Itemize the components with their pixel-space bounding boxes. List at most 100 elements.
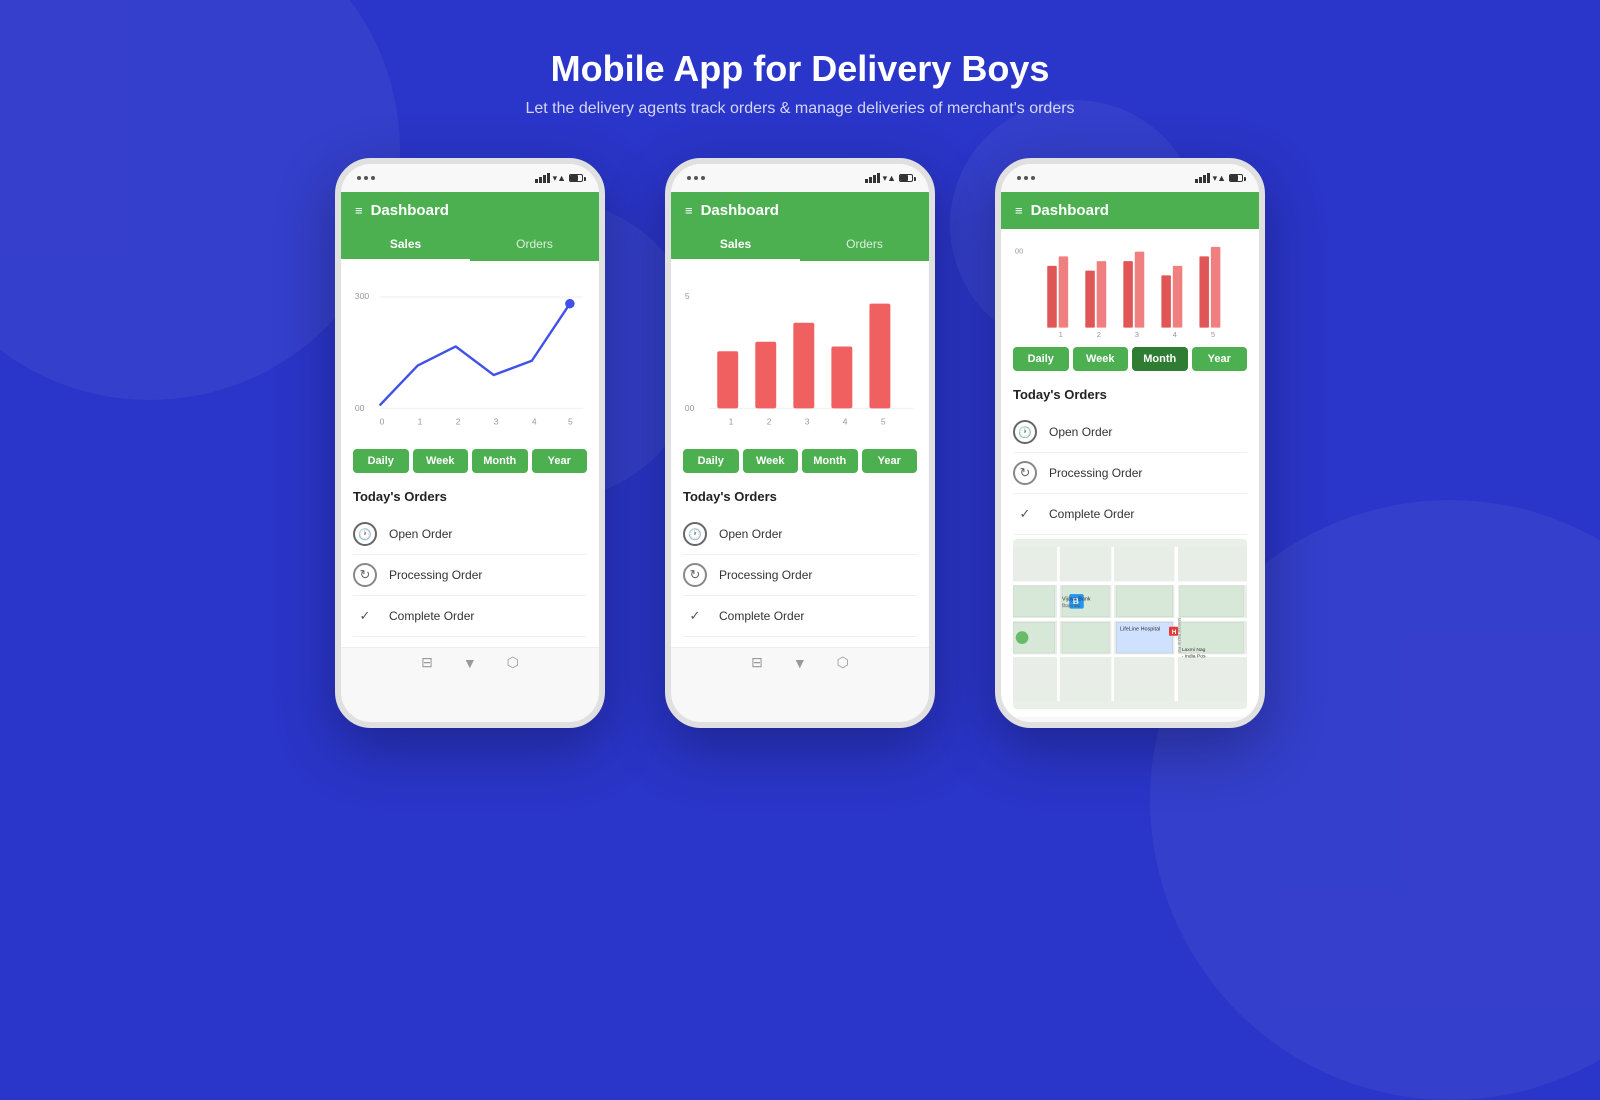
bar3 [543,175,546,183]
check-icon-3: ✓ [1013,502,1037,526]
svg-text:3: 3 [1135,330,1139,339]
phone-3-orders: Today's Orders 🕐 Open Order ↻ Processing… [1013,383,1247,535]
bar2 [539,177,542,183]
phone-3: ▾▲ ≡ Dashboard 00 1 2 3 4 [995,158,1265,728]
refresh-icon-2: ↻ [683,563,707,587]
btn-daily-1[interactable]: Daily [353,449,409,473]
nav-icon-1a: ⊟ [421,654,433,671]
battery-icon-2 [899,174,913,182]
nav-icon-1b: ▼ [463,655,477,671]
wifi-icon-3: ▾▲ [1213,173,1226,184]
complete-order-label-3: Complete Order [1049,507,1134,521]
bar10 [1199,177,1202,183]
open-order-label-3: Open Order [1049,425,1112,439]
phone-3-signal: ▾▲ [1195,173,1243,184]
hamburger-icon-3: ≡ [1015,203,1023,218]
phone-2-orders: Today's Orders 🕐 Open Order ↻ Processing… [683,485,917,637]
btn-year-2[interactable]: Year [862,449,918,473]
btn-month-3[interactable]: Month [1132,347,1188,371]
btn-week-2[interactable]: Week [743,449,799,473]
svg-text:1: 1 [418,416,423,426]
btn-daily-2[interactable]: Daily [683,449,739,473]
btn-week-1[interactable]: Week [413,449,469,473]
svg-text:5: 5 [1211,330,1215,339]
phone-2-chart: 5 00 1 2 3 4 5 [683,271,917,441]
dot-9 [1031,176,1035,180]
bar-chart-svg: 5 00 1 2 3 4 5 [683,271,917,441]
check-icon-1: ✓ [353,604,377,628]
clock-icon-3: 🕐 [1013,420,1037,444]
map-svg: B Vijaya Bank विजया बैंक LifeLine Hospit… [1013,539,1247,709]
dot-7 [1017,176,1021,180]
bar1 [535,179,538,183]
btn-month-2[interactable]: Month [802,449,858,473]
battery-icon-3 [1229,174,1243,182]
clock-icon-1: 🕐 [353,522,377,546]
btn-week-3[interactable]: Week [1073,347,1129,371]
order-item-complete-2: ✓ Complete Order [683,596,917,637]
btn-year-1[interactable]: Year [532,449,588,473]
processing-order-label-3: Processing Order [1049,466,1142,480]
btn-daily-3[interactable]: Daily [1013,347,1069,371]
phone-2-bottom: ⊟ ▼ ⬡ [671,647,929,677]
svg-text:H: H [1172,629,1177,636]
svg-text:5: 5 [568,416,573,426]
dot-8 [1024,176,1028,180]
phone-2-signal: ▾▲ [865,173,913,184]
svg-text:0: 0 [380,416,385,426]
svg-text:3: 3 [805,416,810,426]
phone-1-title: ≡ Dashboard [355,202,585,219]
processing-order-label-2: Processing Order [719,568,812,582]
phone-2: ▾▲ ≡ Dashboard Sales Orders 5 00 [665,158,935,728]
nav-icon-1c: ⬡ [507,654,519,671]
phone-1-chart: 300 00 0 1 2 3 4 5 [353,271,587,441]
order-item-open-2: 🕐 Open Order [683,514,917,555]
tab-orders-1[interactable]: Orders [470,229,599,261]
phone-1-orders-title: Today's Orders [353,489,587,504]
svg-text:2: 2 [456,416,461,426]
phone-2-period-buttons: Daily Week Month Year [683,449,917,473]
tab-sales-2[interactable]: Sales [671,229,800,261]
phone-2-title: ≡ Dashboard [685,202,915,219]
phone-3-dots [1017,176,1035,180]
phone-3-header-text: Dashboard [1031,202,1109,219]
order-item-processing-2: ↻ Processing Order [683,555,917,596]
dot-1 [357,176,361,180]
svg-text:4: 4 [843,416,848,426]
btn-month-1[interactable]: Month [472,449,528,473]
open-order-label-1: Open Order [389,527,452,541]
tab-orders-2[interactable]: Orders [800,229,929,261]
svg-text:00: 00 [1015,246,1023,255]
complete-order-label-1: Complete Order [389,609,474,623]
wifi-icon: ▾▲ [553,173,566,184]
bar11 [1203,175,1206,183]
phone-2-header: ≡ Dashboard [671,192,929,229]
phone-3-top-bar: ▾▲ [1001,164,1259,192]
bar8 [877,173,880,183]
phone-2-dots [687,176,705,180]
svg-text:विजया बैंक: विजया बैंक [1062,603,1081,609]
tab-sales-1[interactable]: Sales [341,229,470,261]
clock-icon-2: 🕐 [683,522,707,546]
hamburger-icon-2: ≡ [685,203,693,218]
refresh-icon-3: ↻ [1013,461,1037,485]
btn-year-3[interactable]: Year [1192,347,1248,371]
svg-text:Mangal Bazar Rd: Mangal Bazar Rd [1177,618,1182,653]
bar12 [1207,173,1210,183]
nav-icon-2c: ⬡ [837,654,849,671]
svg-text:4: 4 [532,416,537,426]
line-chart-svg: 300 00 0 1 2 3 4 5 [353,271,587,441]
phone-3-header: ≡ Dashboard [1001,192,1259,229]
phone-1-tabs: Sales Orders [341,229,599,261]
svg-text:Vijaya Bank: Vijaya Bank [1062,596,1091,602]
dot-6 [701,176,705,180]
bar4 [547,173,550,183]
phone-3-period-buttons: Daily Week Month Year [1013,347,1247,371]
svg-text:LifeLine Hospital: LifeLine Hospital [1120,626,1160,632]
order-item-complete-1: ✓ Complete Order [353,596,587,637]
phone-1-top-bar: ▾▲ [341,164,599,192]
phone-3-map: B Vijaya Bank विजया बैंक LifeLine Hospit… [1013,539,1247,709]
order-item-open-1: 🕐 Open Order [353,514,587,555]
dot-5 [694,176,698,180]
phone-1-header-text: Dashboard [371,202,449,219]
